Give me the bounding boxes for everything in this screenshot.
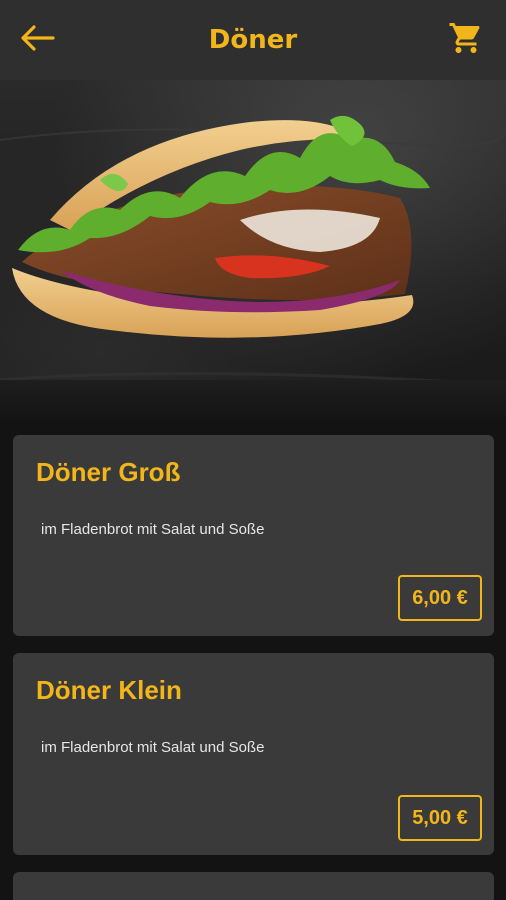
- menu-item-description: im Fladenbrot mit Salat und Soße: [41, 739, 265, 756]
- app-screen: Döner Döner Groß im Fladenbrot mit Salat…: [0, 0, 506, 900]
- hero-bottom-edge: [0, 380, 506, 420]
- menu-item-card[interactable]: Döner Groß im Fladenbrot mit Salat und S…: [13, 435, 494, 636]
- menu-item-price-button[interactable]: 5,00 €: [398, 795, 482, 841]
- doner-sandwich-illustration: [0, 115, 506, 387]
- hero-image: [0, 80, 506, 420]
- menu-item-description: im Fladenbrot mit Salat und Soße: [41, 521, 265, 538]
- shopping-cart-icon: [448, 20, 484, 60]
- menu-item-name: Döner Klein: [36, 675, 182, 705]
- cart-button[interactable]: [444, 18, 488, 62]
- menu-item-price-button[interactable]: 6,00 €: [398, 575, 482, 621]
- top-app-bar: Döner: [0, 0, 506, 80]
- menu-item-name: Döner Groß: [36, 457, 181, 487]
- page-title: Döner: [208, 25, 298, 55]
- menu-item-card[interactable]: Döner Klein im Fladenbrot mit Salat und …: [13, 653, 494, 855]
- menu-item-card[interactable]: [13, 872, 494, 900]
